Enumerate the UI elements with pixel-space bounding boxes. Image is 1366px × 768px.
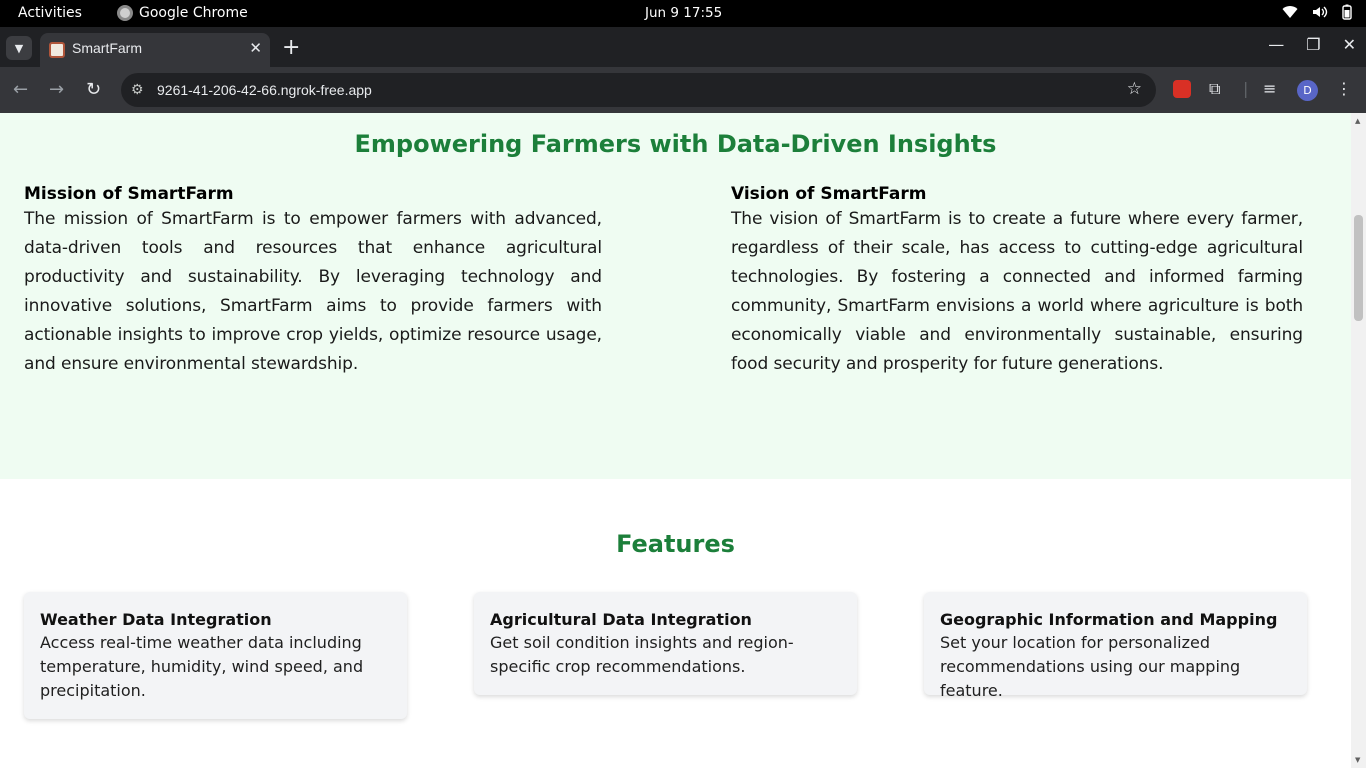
toolbar-divider: | (1243, 79, 1249, 98)
feature-title: Weather Data Integration (40, 610, 272, 629)
scroll-down-icon[interactable]: ▼ (1355, 756, 1360, 764)
profile-avatar[interactable]: D (1297, 80, 1318, 101)
feature-text: Set your location for personalized recom… (940, 633, 1241, 700)
app-menu[interactable]: Google Chrome (117, 5, 248, 21)
back-arrow-icon[interactable]: ← (13, 79, 28, 100)
os-top-bar: Activities Google Chrome Jun 9 17:55 (0, 0, 1366, 27)
mission-block: Mission of SmartFarm The mission of Smar… (24, 183, 602, 379)
close-tab-icon[interactable]: ✕ (249, 39, 262, 57)
new-tab-button[interactable]: + (282, 35, 300, 60)
wifi-icon (1282, 6, 1298, 19)
favicon-icon (49, 42, 65, 58)
feature-card-weather: Weather Data Integration Access real-tim… (24, 592, 407, 719)
bookmark-star-icon[interactable]: ☆ (1127, 79, 1142, 99)
feature-text: Get soil condition insights and region-s… (490, 633, 794, 676)
feature-card-mapping: Geographic Information and Mapping Set y… (924, 592, 1307, 700)
chrome-icon (117, 5, 133, 21)
volume-icon (1313, 6, 1328, 18)
system-tray[interactable] (1282, 4, 1352, 20)
extension-icon[interactable] (1173, 80, 1191, 98)
scroll-up-icon[interactable]: ▲ (1355, 117, 1360, 125)
feature-title: Agricultural Data Integration (490, 610, 752, 629)
page-viewport: Empowering Farmers with Data-Driven Insi… (0, 113, 1366, 768)
tab-search-button[interactable]: ▼ (6, 36, 32, 60)
activities-button[interactable]: Activities (18, 5, 82, 21)
about-heading: Empowering Farmers with Data-Driven Insi… (354, 130, 997, 158)
scrollbar-thumb[interactable] (1354, 215, 1363, 321)
tab-title: SmartFarm (72, 40, 142, 56)
maximize-icon[interactable]: ❐ (1306, 35, 1320, 54)
tab-strip: ▼ SmartFarm ✕ + — ❐ ✕ (0, 27, 1366, 67)
mission-text: The mission of SmartFarm is to empower f… (24, 209, 602, 374)
tab-smartfarm[interactable]: SmartFarm ✕ (40, 33, 270, 67)
chevron-down-icon: ▼ (14, 41, 24, 55)
minimize-icon[interactable]: — (1268, 35, 1284, 54)
address-bar[interactable]: ⚙ 9261-41-206-42-66.ngrok-free.app ☆ (121, 73, 1156, 107)
forward-arrow-icon[interactable]: → (49, 79, 64, 100)
site-info-icon[interactable]: ⚙ (131, 81, 144, 98)
battery-icon (1342, 4, 1352, 20)
feature-card-agriculture: Agricultural Data Integration Get soil c… (474, 592, 857, 695)
chrome-menu-icon[interactable]: ⋮ (1336, 79, 1352, 98)
vision-text: The vision of SmartFarm is to create a f… (731, 209, 1303, 374)
about-section: Empowering Farmers with Data-Driven Insi… (0, 113, 1351, 479)
close-window-icon[interactable]: ✕ (1343, 35, 1356, 54)
vision-block: Vision of SmartFarm The vision of SmartF… (731, 183, 1303, 379)
vision-title: Vision of SmartFarm (731, 184, 927, 204)
feature-text: Access real-time weather data including … (40, 633, 364, 700)
page-scrollbar[interactable]: ▲ ▼ (1351, 113, 1366, 768)
extensions-puzzle-icon[interactable]: ⧉ (1209, 79, 1220, 99)
clock[interactable]: Jun 9 17:55 (645, 5, 722, 21)
url-text[interactable]: 9261-41-206-42-66.ngrok-free.app (157, 82, 372, 98)
window-controls: — ❐ ✕ (1268, 35, 1356, 54)
features-heading: Features (616, 530, 735, 558)
feature-title: Geographic Information and Mapping (940, 610, 1278, 629)
app-name: Google Chrome (139, 5, 248, 21)
reload-icon[interactable]: ↻ (86, 79, 101, 100)
browser-toolbar: ← → ↻ ⚙ 9261-41-206-42-66.ngrok-free.app… (0, 67, 1366, 113)
media-control-icon[interactable]: ≡ (1263, 79, 1276, 98)
mission-title: Mission of SmartFarm (24, 184, 234, 204)
